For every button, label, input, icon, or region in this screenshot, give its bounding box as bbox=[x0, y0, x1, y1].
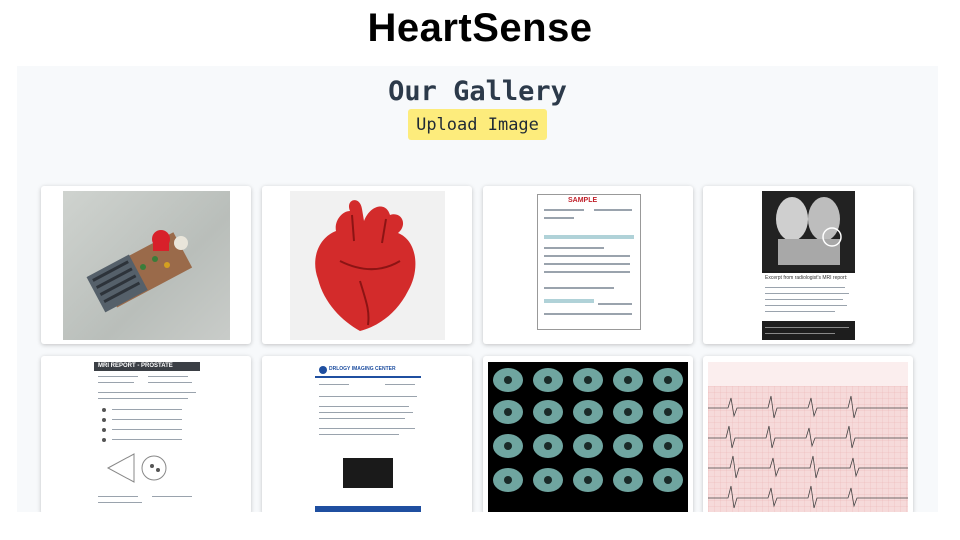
page-bottom bbox=[0, 512, 960, 540]
imaging-center-report-image: DRLOGY IMAGING CENTER bbox=[315, 362, 421, 512]
mri-knee-image: Excerpt from radiologist's MRI report: bbox=[762, 191, 855, 340]
app-title: HeartSense bbox=[367, 6, 593, 50]
gallery-card-ct-scan[interactable] bbox=[483, 356, 693, 512]
gallery-card-circuit[interactable] bbox=[41, 186, 251, 344]
imaging-center-name: DRLOGY IMAGING CENTER bbox=[329, 366, 396, 372]
anatomical-heart-image bbox=[290, 191, 445, 340]
prostate-report-title: MRI REPORT - PROSTATE bbox=[98, 363, 173, 369]
medical-bill-image: SAMPLE bbox=[537, 194, 641, 330]
gallery-section: Our Gallery Upload Image SAMPLE Excerpt … bbox=[17, 66, 938, 512]
gallery-card-mri-knee[interactable]: Excerpt from radiologist's MRI report: bbox=[703, 186, 913, 344]
mri-report-caption: Excerpt from radiologist's MRI report: bbox=[765, 275, 848, 281]
gallery-card-heart[interactable] bbox=[262, 186, 472, 344]
prostate-report-image: MRI REPORT - PROSTATE bbox=[94, 362, 200, 512]
ecg-strip-image bbox=[708, 362, 908, 512]
gallery-card-ecg[interactable] bbox=[703, 356, 913, 512]
gallery-card-prostate-report[interactable]: MRI REPORT - PROSTATE bbox=[41, 356, 251, 512]
upload-image-button[interactable]: Upload Image bbox=[408, 109, 547, 140]
gallery-card-bill[interactable]: SAMPLE bbox=[483, 186, 693, 344]
gallery-title: Our Gallery bbox=[388, 76, 567, 107]
circuit-board-image bbox=[63, 191, 230, 340]
ct-scan-grid-image bbox=[488, 362, 688, 512]
bill-sample-label: SAMPLE bbox=[568, 197, 598, 204]
gallery-card-imaging-center[interactable]: DRLOGY IMAGING CENTER bbox=[262, 356, 472, 512]
